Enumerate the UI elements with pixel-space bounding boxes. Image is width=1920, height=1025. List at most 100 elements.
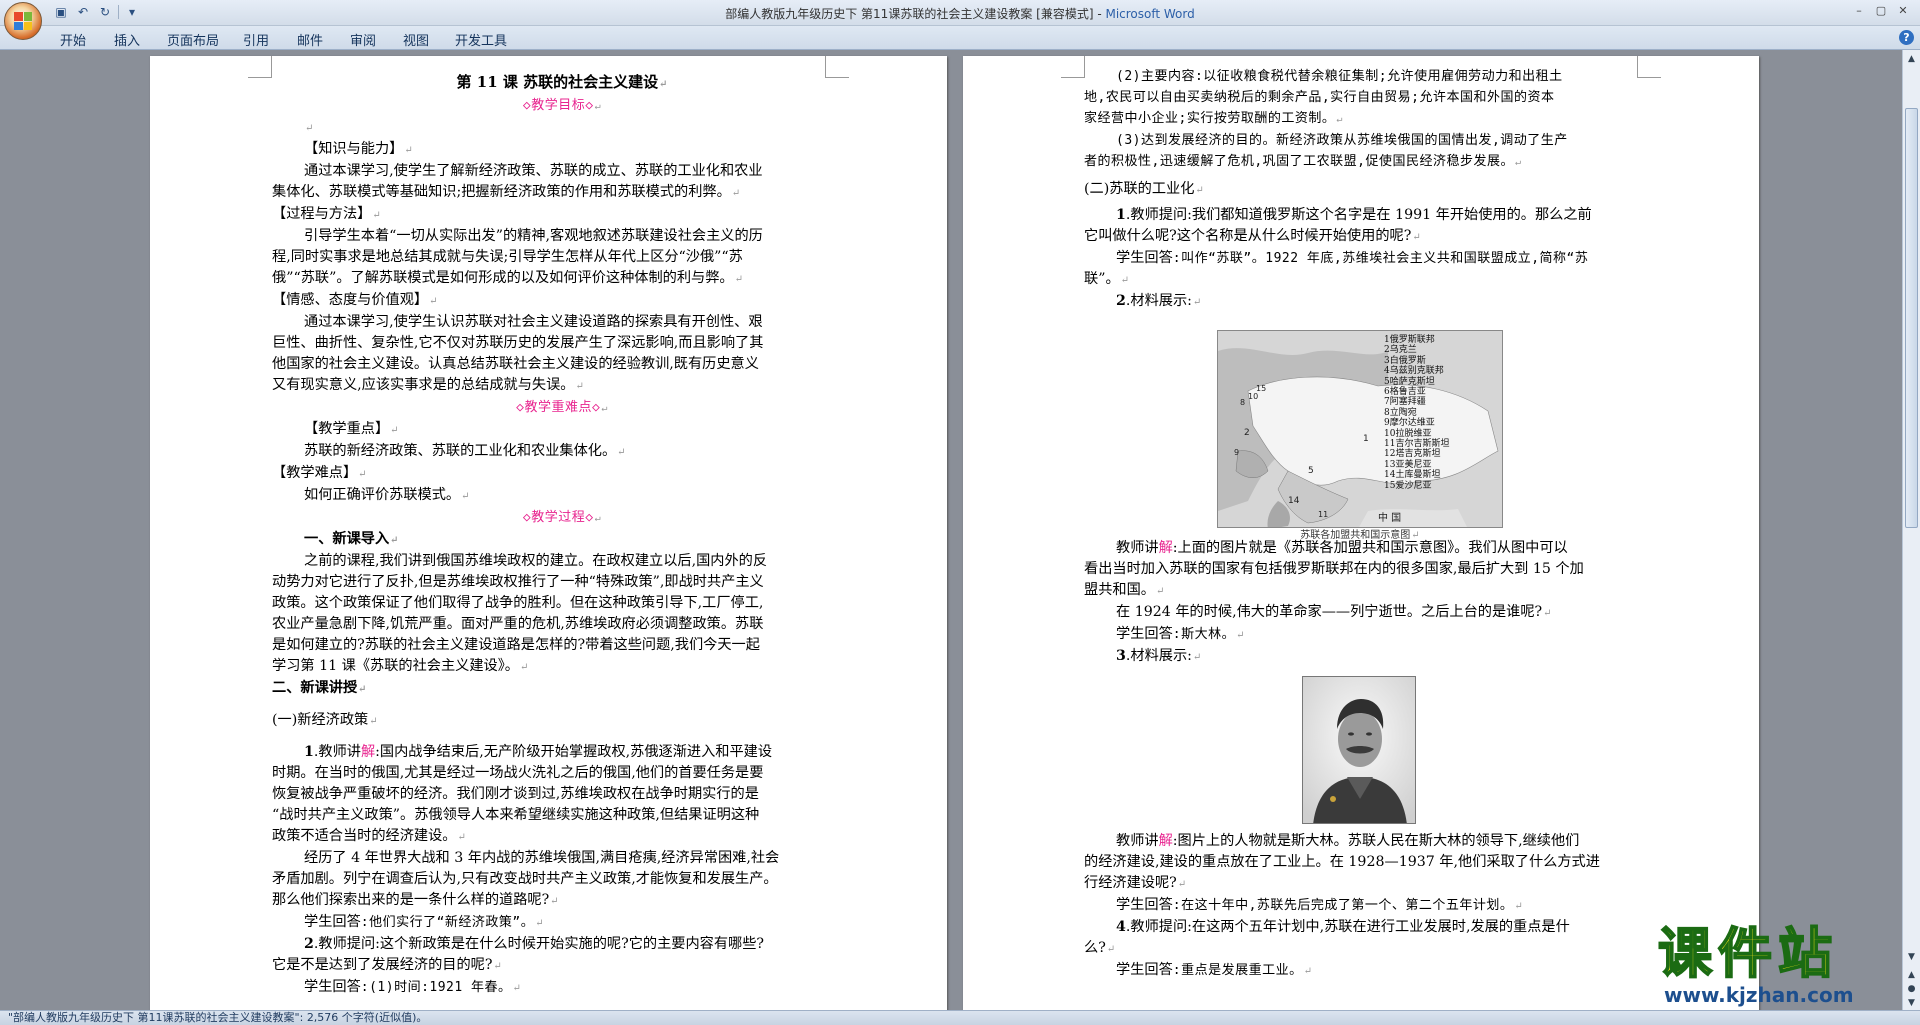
map-graphic: 1 2 5 14 10 15 8 9 11 中 国	[1218, 331, 1502, 527]
paragraph-line: 3.材料展示:↵	[1116, 648, 1202, 664]
page-2-body: (2)主要内容:以征收粮食税代替余粮征集制;允许使用雇佣劳动力和出租土 地,农民…	[1084, 66, 1664, 313]
paragraph-line: 学生回答:斯大林。↵	[1116, 626, 1245, 642]
paragraph-line: 教师讲解:上面的图片就是《苏联各加盟共和国示意图》。我们从图中可以	[1116, 540, 1568, 556]
paragraph-line: 那么他们探索出来的是一条什么样的道路呢?↵	[272, 892, 559, 908]
map-number: 5	[1308, 466, 1314, 476]
portrait-graphic	[1303, 677, 1415, 823]
watermark-text: 课件站	[1657, 922, 1838, 985]
legend-item: 2乌克兰	[1384, 345, 1417, 356]
legend-item: 5哈萨克斯坦	[1384, 376, 1435, 387]
page-2-body-mid: 教师讲解:上面的图片就是《苏联各加盟共和国示意图》。我们从图中可以 看出当时加入…	[1084, 538, 1664, 668]
knowledge-heading: 【知识与能力】↵	[304, 141, 413, 157]
page-2-body-bottom: 教师讲解:图片上的人物就是斯大林。苏联人民在斯大林的领导下,继续他们 的经济建设…	[1084, 831, 1664, 982]
page-2: (2)主要内容:以征收粮食税代替余粮征集制;允许使用雇佣劳动力和出租土 地,农民…	[963, 56, 1759, 1010]
paragraph-line: 盟共和国。↵	[1084, 582, 1165, 598]
paragraph-line: 如何正确评价苏联模式。↵	[304, 487, 470, 503]
portrait-face	[1338, 711, 1382, 767]
paragraph-line: 引导学生本着“一切从实际出发”的精神,客观地叙述苏联建设社会主义的历	[304, 228, 763, 244]
tab-insert[interactable]: 插入	[114, 30, 140, 49]
paragraph-line: 是如何建立的?苏联的社会主义建设道路是怎样的?带着这些问题,我们今天一起	[272, 637, 760, 653]
paragraph-line: 学习第 11 课《苏联的社会主义建设》。↵	[272, 658, 529, 674]
legend-item: 8立陶宛	[1384, 407, 1417, 418]
tab-mailings[interactable]: 邮件	[297, 30, 323, 49]
section-heading-goals: ◇教学目标◇↵	[522, 98, 602, 113]
paragraph-line: 学生回答:他们实行了“新经济政策”。↵	[304, 914, 544, 930]
scroll-up-arrow-icon[interactable]: ▲	[1905, 52, 1918, 66]
map-number: 2	[1244, 428, 1250, 438]
tab-developer[interactable]: 开发工具	[455, 30, 507, 49]
tab-review[interactable]: 审阅	[350, 30, 376, 49]
tab-home[interactable]: 开始	[60, 30, 86, 49]
blank-line: ↵	[305, 123, 314, 134]
legend-item: 11吉尔吉斯斯坦	[1384, 439, 1450, 450]
paragraph-line: 恢复被战争严重破坏的经济。我们刚才谈到过,苏维埃政权在战争时期实行的是	[272, 786, 759, 802]
status-word-count[interactable]: "部编人教版九年级历史下 第11课苏联的社会主义建设教案": 2,576 个字符…	[8, 1011, 427, 1024]
map-number: 14	[1288, 496, 1300, 506]
paragraph-line: 学生回答:在这十年中,苏联先后完成了第一个、第二个五年计划。↵	[1116, 897, 1523, 913]
paragraph-line: (2)主要内容:以征收粮食税代替余粮征集制;允许使用雇佣劳动力和出租土	[1116, 69, 1563, 84]
paragraph-line: 学生回答:(1)时间:1921 年春。↵	[304, 979, 521, 995]
vertical-scrollbar[interactable]: ▲ ▼ ▲ ● ▼	[1902, 50, 1920, 1010]
minimize-button[interactable]: –	[1848, 2, 1870, 20]
paragraph-line: 教师讲解:图片上的人物就是斯大林。苏联人民在斯大林的领导下,继续他们	[1116, 833, 1580, 849]
status-bar: "部编人教版九年级历史下 第11课苏联的社会主义建设教案": 2,576 个字符…	[0, 1010, 1920, 1025]
paragraph-line: “战时共产主义政策”。苏俄领导人本来希望继续实施这种政策,但结果证明这种	[272, 807, 760, 823]
map-legend: 1俄罗斯联邦 2乌克兰 3白俄罗斯 4乌兹别克联邦 5哈萨克斯坦 6格鲁吉亚 7…	[1384, 335, 1449, 491]
close-button[interactable]: ✕	[1892, 2, 1914, 20]
intro-heading: 一、新课导入↵	[304, 531, 399, 547]
legend-item: 1俄罗斯联邦	[1384, 335, 1435, 345]
paragraph-line: 它是不是达到了发展经济的目的呢?↵	[272, 957, 502, 973]
paragraph-line: 时期。在当时的俄国,尤其是经过一场战火洗礼之后的俄国,他们的首要任务是要	[272, 765, 764, 781]
document-area: 第 11 课 苏联的社会主义建设↵ ◇教学目标◇↵ ↵ 【知识与能力】↵ 通过本…	[0, 50, 1902, 1010]
paragraph-line: 经历了 4 年世界大战和 3 年内战的苏维埃俄国,满目疮痍,经济异常困难,社会	[304, 850, 780, 866]
paragraph-line: 他国家的社会主义建设。认真总结苏联社会主义建设的经验教训,既有历史意义	[272, 356, 759, 372]
help-icon[interactable]: ?	[1899, 30, 1914, 45]
paragraph-line: 政策不适合当时的经济建设。↵	[272, 828, 466, 844]
paragraph-line: 1.教师讲解:国内战争结束后,无产阶级开始掌握政权,苏俄逐渐进入和平建设	[304, 744, 773, 760]
paragraph-line: 行经济建设呢?↵	[1084, 875, 1187, 891]
process-heading: 【过程与方法】↵	[272, 206, 381, 222]
watermark-url: www.kjzhan.com	[1664, 983, 1854, 1007]
teaching-heading: 二、新课讲授↵	[272, 680, 367, 696]
legend-item: 13亚美尼亚	[1384, 459, 1432, 470]
paragraph-line: 看出当时加入苏联的国家有包括俄罗斯联邦在内的很多国家,最后扩大到 15 个加	[1084, 561, 1584, 577]
map-china-label: 中 国	[1378, 511, 1401, 524]
paragraph-line: 通过本课学习,使学生认识苏联对社会主义建设道路的探索具有开创性、艰	[304, 314, 763, 330]
paragraph-line: 2.教师提问:这个新政策是在什么时候开始实施的呢?它的主要内容有哪些?	[304, 936, 765, 952]
map-number: 15	[1256, 384, 1266, 393]
paragraph-line: 俄”“苏联”。了解苏联模式是如何形成的以及如何评价这种体制的利与弊。↵	[272, 270, 743, 286]
tab-references[interactable]: 引用	[243, 30, 269, 49]
legend-item: 6格鲁吉亚	[1384, 387, 1426, 398]
maximize-button[interactable]: ▢	[1870, 2, 1892, 20]
paragraph-line: 的经济建设,建设的重点放在了工业上。在 1928—1937 年,他们采取了什么方…	[1084, 854, 1600, 870]
map-number: 9	[1234, 448, 1239, 457]
paragraph-line: 4.教师提问:在这两个五年计划中,苏联在进行工业发展时,发展的重点是什	[1116, 919, 1570, 935]
paragraph-line: 1.教师提问:我们都知道俄罗斯这个名字是在 1991 年开始使用的。那么之前	[1116, 207, 1592, 223]
section-heading-process: ◇教学过程◇↵	[522, 510, 602, 525]
map-number: 1	[1363, 434, 1369, 444]
page-1: 第 11 课 苏联的社会主义建设↵ ◇教学目标◇↵ ↵ 【知识与能力】↵ 通过本…	[150, 56, 947, 1010]
office-button[interactable]	[4, 2, 42, 40]
title-bar: ▣ ↶ ↻ ▾ 部编人教版九年级历史下 第11课苏联的社会主义建设教案 [兼容模…	[0, 0, 1920, 40]
legend-item: 7阿塞拜疆	[1384, 397, 1426, 408]
crop-mark	[248, 56, 272, 78]
tab-page-layout[interactable]: 页面布局	[167, 30, 219, 49]
paragraph-line: 程,同时实事求是地总结其成就与失误;引导学生怎样从年代上区分“沙俄”“苏	[272, 249, 743, 265]
tab-view[interactable]: 视图	[403, 30, 429, 49]
paragraph-line: 通过本课学习,使学生了解新经济政策、苏联的成立、苏联的工业化和农业	[304, 163, 763, 179]
legend-item: 10拉脱维亚	[1384, 428, 1432, 439]
ussr-map-image: 1 2 5 14 10 15 8 9 11 中 国 1俄罗斯联邦 2乌克兰 3白…	[1217, 330, 1503, 528]
legend-item: 3白俄罗斯	[1384, 355, 1426, 366]
paragraph-line: 2.材料展示:↵	[1116, 293, 1202, 309]
paragraph-line: 农业产量急剧下降,饥荒严重。面对严重的危机,苏维埃政府必须调整政策。苏联	[272, 616, 764, 632]
paragraph-line: 学生回答:叫作“苏联”。1922 年底,苏维埃社会主义共和国联盟成立,简称“苏	[1116, 250, 1589, 266]
scrollbar-thumb[interactable]	[1905, 108, 1918, 528]
portrait-medal	[1330, 796, 1336, 802]
paragraph-line: 么?↵	[1084, 940, 1116, 956]
nep-heading: (一)新经济政策↵	[272, 712, 378, 728]
paragraph-line: 它叫做什么呢?这个名称是从什么时候开始使用的呢?↵	[1084, 228, 1421, 244]
paragraph-line: 又有现实意义,应该实事求是的总结成就与失误。↵	[272, 377, 584, 393]
paragraph-line: 政策。这个政策保证了他们取得了战争的胜利。但在这种政策引导下,工厂停工,	[272, 595, 764, 611]
paragraph-line: 集体化、苏联模式等基础知识;把握新经济政策的作用和苏联模式的利弊。↵	[272, 184, 741, 200]
